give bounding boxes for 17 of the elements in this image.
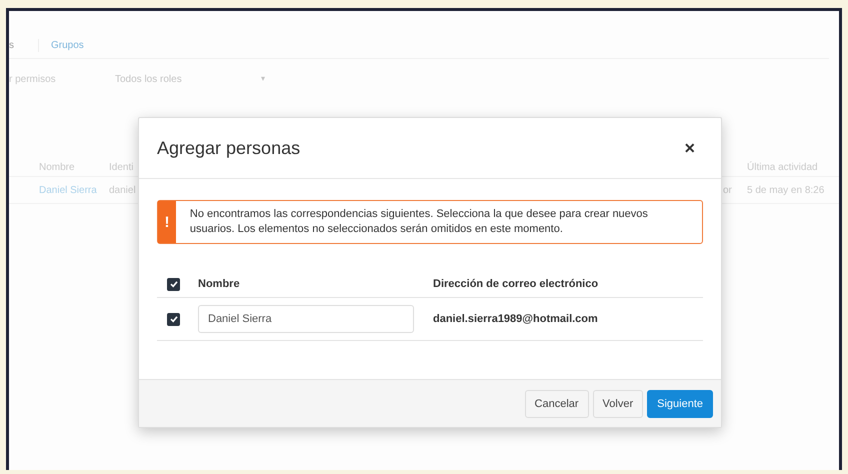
row-checkbox[interactable] <box>167 312 180 326</box>
close-button[interactable]: × <box>680 138 699 158</box>
check-icon <box>168 279 178 289</box>
secondary-button[interactable]: Cancelar <box>524 390 589 418</box>
tab[interactable]: s <box>9 39 24 52</box>
secondary-button[interactable]: Volver <box>592 390 644 418</box>
dialog-title: Agregar personas <box>157 138 300 158</box>
warning-icon: ! <box>158 201 176 243</box>
column-header: Nombre <box>198 278 241 290</box>
select-all-checkbox[interactable] <box>167 278 180 290</box>
alert-message: No encontramos las correspondencias siguientes. Selecciona la que desee para crear nuevos usuarios. Los elementos no seleccionados serán omitidos en este momento. <box>188 207 649 237</box>
next-button[interactable]: Siguiente <box>647 390 713 418</box>
email-text: daniel.sierra1989@hotmail.com <box>433 313 598 325</box>
tab[interactable]: Grupos <box>38 39 94 52</box>
name-field[interactable]: Daniel Sierra <box>198 305 414 333</box>
column-header: Dirección de correo electrónico <box>433 278 598 290</box>
check-icon <box>168 314 178 324</box>
